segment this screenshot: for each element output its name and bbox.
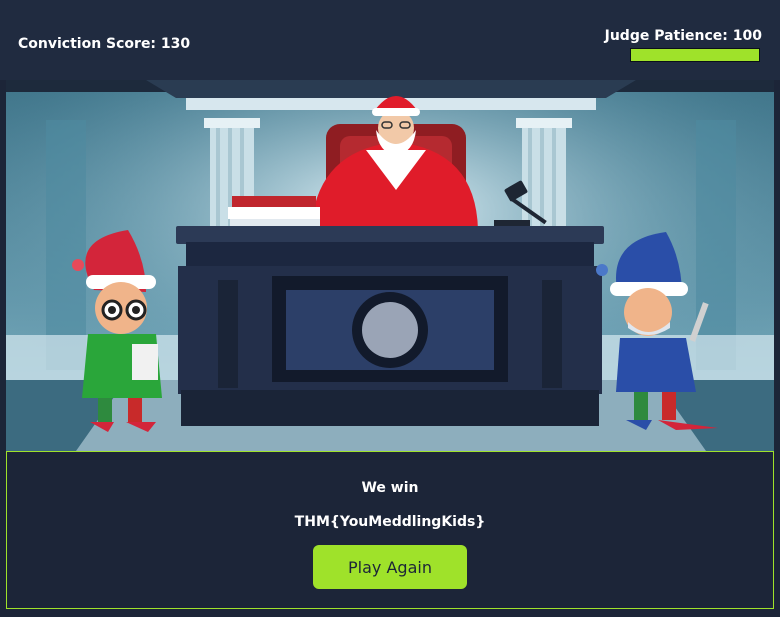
result-flag: THM{YouMeddlingKids} — [294, 514, 486, 530]
judge-bench — [176, 226, 604, 426]
courtroom-illustration — [6, 80, 774, 451]
result-panel: We win THM{YouMeddlingKids} Play Again — [6, 451, 774, 609]
conviction-score: Conviction Score: 130 — [18, 36, 191, 52]
judge-patience-fill — [631, 49, 759, 61]
hud-bar: Conviction Score: 130 Judge Patience: 10… — [0, 0, 780, 80]
courtroom-scene — [6, 80, 774, 451]
play-again-button[interactable]: Play Again — [313, 545, 467, 589]
result-title: We win — [361, 480, 419, 496]
judge-patience-bar — [630, 48, 760, 62]
books — [228, 196, 320, 228]
judge-patience-label: Judge Patience: 100 — [604, 28, 762, 44]
